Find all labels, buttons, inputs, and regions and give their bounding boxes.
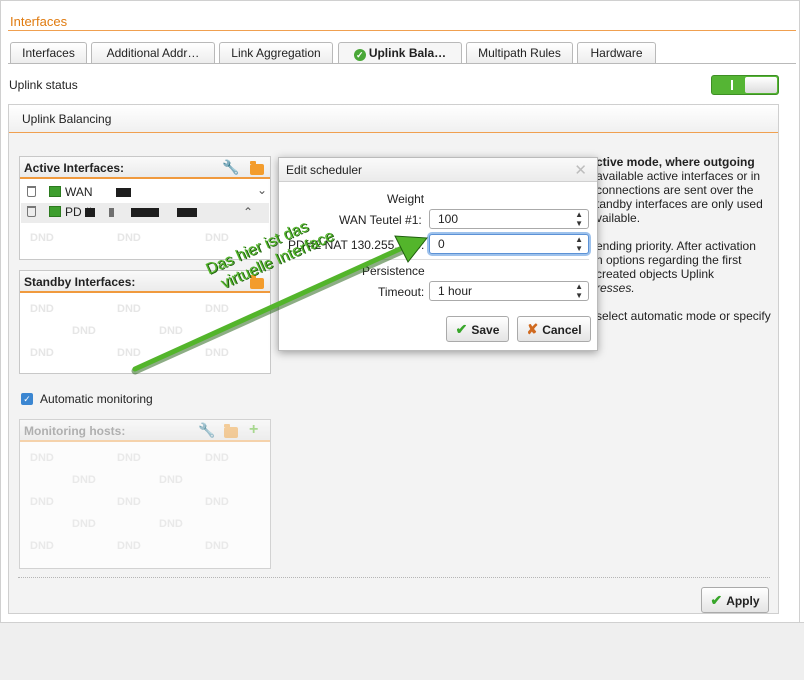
annotation-arrow: [131, 235, 428, 375]
